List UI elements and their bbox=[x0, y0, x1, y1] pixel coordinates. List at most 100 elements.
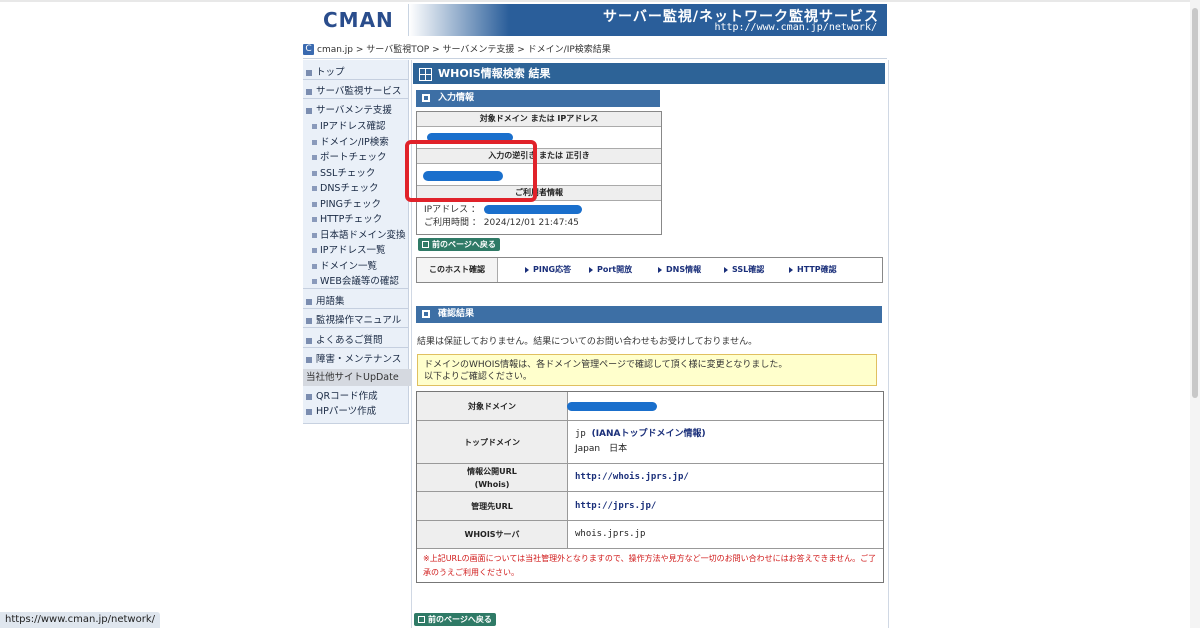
triangle-right-icon bbox=[525, 266, 529, 273]
logo-box[interactable]: CMAN bbox=[303, 4, 409, 36]
host-link-ssl[interactable]: SSL確認 bbox=[724, 258, 764, 282]
notice-line: 以下よりご確認ください。 bbox=[424, 372, 532, 382]
bullet-icon bbox=[306, 356, 312, 363]
sidebar-item-port-check[interactable]: ポートチェック bbox=[303, 149, 414, 163]
sidebar-section-other-sites: 当社他サイトUpDate bbox=[303, 369, 411, 386]
result-note: ※上記URLの画面については当社管理外となりますので、操作方法や見方など一切のお… bbox=[423, 554, 877, 577]
section-heading-text: 入力情報 bbox=[438, 93, 475, 103]
whois-notice: ドメインのWHOIS情報は、各ドメイン管理ページで確認して頂く様に変更となりまし… bbox=[417, 354, 877, 386]
bullet-icon bbox=[312, 124, 317, 129]
header-gradient bbox=[409, 4, 509, 36]
bullet-icon bbox=[312, 140, 317, 145]
sidebar-divider bbox=[303, 288, 408, 289]
sidebar-item-incidents[interactable]: 障害・メンテナンス bbox=[303, 351, 408, 365]
host-link-dns[interactable]: DNS情報 bbox=[658, 258, 701, 282]
sidebar-divider bbox=[303, 98, 408, 99]
host-link-http[interactable]: HTTP確認 bbox=[789, 258, 837, 282]
table-row: 管理先URL http://jprs.jp/ bbox=[417, 492, 883, 521]
bullet-icon bbox=[306, 88, 312, 95]
square-bullet-icon bbox=[422, 241, 429, 248]
row-label: WHOISサーバ bbox=[417, 521, 568, 548]
disclaimer-text: 結果は保証しておりません。結果についてのお問い合わせもお受けしておりません。 bbox=[417, 337, 758, 347]
sidebar-item-label: ポートチェック bbox=[320, 152, 387, 163]
sidebar-item-label: よくあるご質問 bbox=[316, 335, 383, 346]
breadcrumb-separator: > bbox=[514, 45, 528, 55]
sidebar-item-label: QRコード作成 bbox=[316, 391, 378, 402]
whois-url-link[interactable]: http://whois.jprs.jp/ bbox=[575, 470, 689, 485]
sidebar-item-label: 日本語ドメイン変換 bbox=[320, 230, 406, 241]
square-bullet-icon bbox=[422, 93, 430, 102]
sidebar-item-label: HTTPチェック bbox=[320, 214, 383, 225]
breadcrumb-link-maintenance[interactable]: サーバメンテ支援 bbox=[442, 45, 514, 55]
sidebar-item-domain-ip-search[interactable]: ドメイン/IP検索 bbox=[303, 134, 414, 148]
sidebar-item-ping-check[interactable]: PINGチェック bbox=[303, 196, 414, 210]
sidebar-item-ip-list[interactable]: IPアドレス一覧 bbox=[303, 242, 414, 256]
sidebar-item-dns-check[interactable]: DNSチェック bbox=[303, 180, 414, 194]
bullet-icon bbox=[312, 155, 317, 160]
sidebar-item-label: SSLチェック bbox=[320, 168, 376, 179]
row-label: 対象ドメイン bbox=[417, 392, 568, 420]
host-check-bar: このホスト確認 PING応答 Port開放 DNS情報 SSL確認 HTTP確認 bbox=[416, 257, 883, 283]
cman-logo[interactable]: CMAN bbox=[323, 8, 394, 32]
sidebar-item-label: PINGチェック bbox=[320, 199, 381, 210]
row-label: 情報公開URL (Whois) bbox=[417, 464, 568, 491]
row-value: http://jprs.jp/ bbox=[575, 492, 656, 520]
breadcrumb-link-monitor-top[interactable]: サーバ監視TOP bbox=[366, 45, 429, 55]
host-link-port[interactable]: Port開放 bbox=[589, 258, 632, 282]
back-button-bottom[interactable]: 前のページへ戻る bbox=[414, 613, 496, 626]
triangle-right-icon bbox=[658, 266, 662, 273]
sidebar-item-ip-check[interactable]: IPアドレス確認 bbox=[303, 118, 414, 132]
vertical-scrollbar[interactable] bbox=[1190, 0, 1200, 628]
label-line: (Whois) bbox=[474, 479, 510, 489]
scrollbar-thumb[interactable] bbox=[1192, 8, 1198, 398]
sidebar-item-domain-list[interactable]: ドメイン一覧 bbox=[303, 258, 414, 272]
sidebar-item-faq[interactable]: よくあるご質問 bbox=[303, 332, 408, 346]
breadcrumb-separator: > bbox=[429, 45, 443, 55]
sidebar: トップ サーバ監視サービス サーバメンテ支援 IPアドレス確認 ドメイン/IP検… bbox=[303, 60, 411, 424]
sidebar-item-label: DNSチェック bbox=[320, 183, 379, 194]
page-title: WHOIS情報検索 結果 bbox=[413, 63, 885, 84]
breadcrumb-link-home[interactable]: cman.jp bbox=[317, 45, 353, 55]
sidebar-item-top[interactable]: トップ bbox=[303, 64, 408, 78]
bullet-icon bbox=[306, 393, 312, 400]
sidebar-item-http-check[interactable]: HTTPチェック bbox=[303, 211, 414, 225]
row-value: whois.jprs.jp bbox=[575, 521, 645, 548]
sidebar-item-server-monitoring[interactable]: サーバ監視サービス bbox=[303, 83, 408, 97]
bullet-icon bbox=[312, 186, 317, 191]
sidebar-item-label: 用語集 bbox=[316, 296, 345, 307]
ip-label: IPアドレス ： bbox=[424, 205, 480, 215]
sidebar-item-label: WEB会議等の確認 bbox=[320, 276, 399, 287]
bullet-icon bbox=[312, 279, 317, 284]
sidebar-item-hp-parts[interactable]: HPパーツ作成 bbox=[303, 403, 408, 417]
sidebar-item-manual[interactable]: 監視操作マニュアル bbox=[303, 312, 408, 326]
breadcrumb: Ccman.jp > サーバ監視TOP > サーバメンテ支援 > ドメイン/IP… bbox=[303, 42, 887, 59]
section-heading-text: 確認結果 bbox=[438, 309, 475, 319]
sidebar-item-jp-domain-convert[interactable]: 日本語ドメイン変換 bbox=[303, 227, 414, 241]
sidebar-item-ssl-check[interactable]: SSLチェック bbox=[303, 165, 414, 179]
bullet-icon bbox=[312, 202, 317, 207]
input-info-heading: 入力情報 bbox=[416, 90, 660, 107]
sidebar-item-qr-code[interactable]: QRコード作成 bbox=[303, 388, 408, 402]
sidebar-item-maintenance[interactable]: サーバメンテ支援 bbox=[303, 102, 408, 116]
label-line: 情報公開URL bbox=[467, 466, 517, 476]
sidebar-item-web-meeting[interactable]: WEB会議等の確認 bbox=[303, 273, 414, 287]
table-row: 情報公開URL (Whois) http://whois.jprs.jp/ bbox=[417, 464, 883, 492]
row-label: トップドメイン bbox=[417, 421, 568, 463]
page-title-text: WHOIS情報検索 結果 bbox=[438, 67, 551, 80]
bullet-icon bbox=[312, 264, 317, 269]
host-link-ping[interactable]: PING応答 bbox=[525, 258, 571, 282]
iana-link[interactable]: (IANAトップドメイン情報) bbox=[592, 429, 706, 439]
host-link-label: Port開放 bbox=[597, 265, 633, 274]
sidebar-item-label: HPパーツ作成 bbox=[316, 406, 377, 417]
triangle-right-icon bbox=[789, 266, 793, 273]
bullet-icon bbox=[306, 298, 312, 305]
back-button-label: 前のページへ戻る bbox=[428, 615, 492, 624]
bullet-icon bbox=[306, 317, 312, 324]
cman-c-icon: C bbox=[303, 44, 314, 55]
sidebar-item-label: IPアドレス確認 bbox=[320, 121, 386, 132]
registry-url-link[interactable]: http://jprs.jp/ bbox=[575, 499, 656, 514]
back-button-top[interactable]: 前のページへ戻る bbox=[418, 238, 500, 251]
row-value: http://whois.jprs.jp/ bbox=[575, 464, 689, 491]
sidebar-item-glossary[interactable]: 用語集 bbox=[303, 293, 408, 307]
host-check-label: このホスト確認 bbox=[417, 258, 498, 282]
